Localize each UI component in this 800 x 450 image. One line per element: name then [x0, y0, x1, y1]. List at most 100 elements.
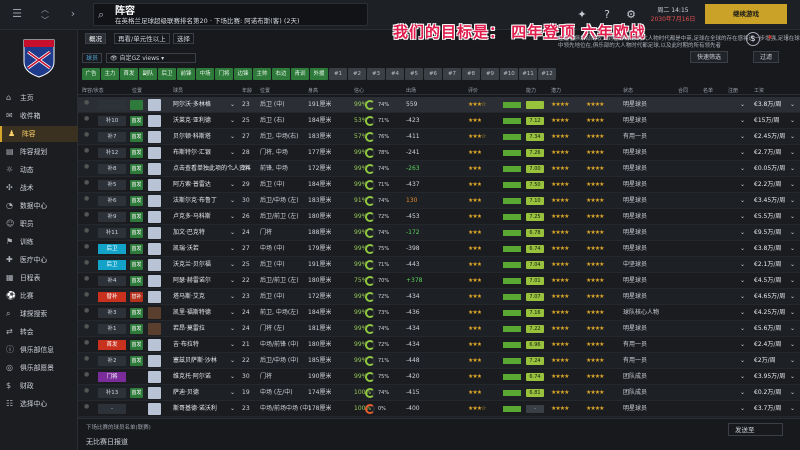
- sidebar-item-inbox[interactable]: ✉ 收件箱: [0, 108, 78, 124]
- filter-chip[interactable]: 外援: [310, 68, 328, 80]
- filter-chip[interactable]: #1: [329, 68, 347, 80]
- squad-status-select[interactable]: 补9: [98, 212, 126, 222]
- filter-chip[interactable]: #11: [519, 68, 537, 80]
- drag-handle-icon[interactable]: ●: [84, 257, 89, 269]
- row-menu-icon[interactable]: ⌄: [790, 209, 795, 225]
- player-name[interactable]: 凯里·福斯特德: [173, 305, 211, 321]
- player-name[interactable]: 点击查看单独此项的个人资料: [173, 161, 251, 177]
- squad-status-select[interactable]: 补7: [98, 132, 126, 142]
- table-row[interactable]: ● 门将 维克托·阿尔诺 ⌄ 30 门将 190厘米 99% 75% -420 ★★★ 6.74 ★★★…: [78, 369, 800, 385]
- chevron-down-icon[interactable]: ⌄: [230, 161, 235, 177]
- sidebar-item-training[interactable]: ⚑ 训练: [0, 234, 78, 250]
- row-menu-icon[interactable]: ⌄: [790, 369, 795, 385]
- sidebar-item-calendar[interactable]: ▦ 日程表: [0, 270, 78, 286]
- drag-handle-icon[interactable]: ●: [84, 129, 89, 141]
- player-name[interactable]: 维克托·阿尔诺: [173, 369, 211, 385]
- sidebar-item-dev[interactable]: ☷ 选择中心: [0, 396, 78, 412]
- filter-chip[interactable]: #6: [424, 68, 442, 80]
- more-options-icon[interactable]: ⌄: [740, 305, 745, 321]
- filter-chip[interactable]: 门将: [215, 68, 233, 80]
- sidebar-item-plan[interactable]: ▤ 阵容规划: [0, 144, 78, 160]
- sidebar-item-vision[interactable]: ◎ 俱乐部愿景: [0, 360, 78, 376]
- drag-handle-icon[interactable]: ●: [84, 97, 89, 109]
- club-crest-logo[interactable]: [22, 38, 56, 78]
- sidebar-item-match[interactable]: ⚽ 比赛: [0, 288, 78, 304]
- drag-handle-icon[interactable]: ●: [84, 337, 89, 349]
- filter-chip[interactable]: 青训: [291, 68, 309, 80]
- chevron-down-icon[interactable]: ⌄: [230, 257, 235, 273]
- filter-chip[interactable]: 主帅: [253, 68, 271, 80]
- player-name[interactable]: 法斯尔克·布鲁丁: [173, 193, 217, 209]
- sidebar-item-tactics[interactable]: ✣ 战术: [0, 180, 78, 196]
- player-name[interactable]: 若昂·莫雷拉: [173, 321, 205, 337]
- row-menu-icon[interactable]: ⌄: [790, 257, 795, 273]
- more-options-icon[interactable]: ⌄: [740, 385, 745, 401]
- chevron-down-icon[interactable]: ⌄: [230, 273, 235, 289]
- filter-chip[interactable]: #7: [443, 68, 461, 80]
- squad-status-select[interactable]: 补8: [98, 164, 126, 174]
- more-options-icon[interactable]: ⌄: [740, 209, 745, 225]
- drag-handle-icon[interactable]: ●: [84, 177, 89, 189]
- continue-button[interactable]: 继续游戏: [705, 4, 787, 24]
- table-row[interactable]: ● 替补 替补 塔马斯·艾克 ⌄ 23 后卫 (中) 172厘米 99% 72% -434 ★★★ 7.…: [78, 289, 800, 305]
- chevron-down-icon[interactable]: ⌄: [230, 353, 235, 369]
- filter-dropdown[interactable]: 过滤: [753, 51, 780, 63]
- squad-status-select[interactable]: 补1: [98, 324, 126, 334]
- row-menu-icon[interactable]: ⌄: [790, 161, 795, 177]
- row-menu-icon[interactable]: ⌄: [790, 321, 795, 337]
- squad-status-select[interactable]: -: [98, 404, 126, 414]
- sidebar-item-staff[interactable]: ☺ 职员: [0, 216, 78, 232]
- filter-chip[interactable]: 前锋: [177, 68, 195, 80]
- row-menu-icon[interactable]: ⌄: [790, 353, 795, 369]
- filter-chip[interactable]: #3: [367, 68, 385, 80]
- player-name[interactable]: 萨迪·贝德: [173, 385, 199, 401]
- more-options-icon[interactable]: ⌄: [740, 353, 745, 369]
- tab-choice[interactable]: 选择: [173, 33, 194, 44]
- table-row[interactable]: ● 阿尔沃·多林格 ⌄ 23 后卫 (中) 191厘米 99% 74% 559 ★★★☆ ★★★★ ★…: [78, 97, 800, 113]
- player-name[interactable]: 阿尔沃·多林格: [173, 97, 211, 113]
- drag-handle-icon[interactable]: ●: [84, 401, 89, 413]
- sidebar-item-medical[interactable]: ✚ 医疗中心: [0, 252, 78, 268]
- drag-handle-icon[interactable]: ●: [84, 241, 89, 253]
- chevron-down-icon[interactable]: ⌄: [230, 177, 235, 193]
- row-menu-icon[interactable]: ⌄: [790, 385, 795, 401]
- row-menu-icon[interactable]: ⌄: [790, 97, 795, 113]
- row-menu-icon[interactable]: ⌄: [790, 129, 795, 145]
- chevron-down-icon[interactable]: ⌄: [230, 193, 235, 209]
- drag-handle-icon[interactable]: ●: [84, 225, 89, 237]
- filter-chip[interactable]: 中场: [196, 68, 214, 80]
- drag-handle-icon[interactable]: ●: [84, 369, 89, 381]
- drag-handle-icon[interactable]: ●: [84, 353, 89, 365]
- view-selector[interactable]: 👁 自定GZ views ▾: [106, 53, 196, 63]
- table-row[interactable]: ● 补4 首发 阿瑟·赫雷诺尔 ⌄ 22 后卫/前卫 (左) 180厘米 75% 70% +378 ★…: [78, 273, 800, 289]
- more-options-icon[interactable]: ⌄: [740, 401, 745, 417]
- sidebar-item-home[interactable]: ⌂ 主页: [0, 90, 78, 106]
- more-options-icon[interactable]: ⌄: [740, 97, 745, 113]
- row-menu-icon[interactable]: ⌄: [790, 305, 795, 321]
- drag-handle-icon[interactable]: ●: [84, 113, 89, 125]
- chevron-down-icon[interactable]: ⌄: [230, 289, 235, 305]
- more-options-icon[interactable]: ⌄: [740, 177, 745, 193]
- row-menu-icon[interactable]: ⌄: [790, 193, 795, 209]
- filter-chip[interactable]: 后卫: [158, 68, 176, 80]
- chevron-down-icon[interactable]: ⌄: [230, 241, 235, 257]
- squad-status-select[interactable]: 门将: [98, 372, 126, 382]
- table-row[interactable]: ● 补3 首发 凯里·福斯特德 ⌄ 24 前卫, 中场(左) 184厘米 99% 73% -436 ★…: [78, 305, 800, 321]
- tactics-board-icon[interactable]: ✦: [575, 8, 589, 22]
- forward-icon[interactable]: ›: [66, 6, 80, 22]
- more-options-icon[interactable]: ⌄: [740, 145, 745, 161]
- row-menu-icon[interactable]: ⌄: [790, 241, 795, 257]
- table-row[interactable]: ● 后卫 首发 凯瑞·沃若 ⌄ 27 中场 (中) 179厘米 99% 75% -398 ★★★ 6.7…: [78, 241, 800, 257]
- chevron-down-icon[interactable]: ⌄: [230, 225, 235, 241]
- tab-overview[interactable]: 概况: [85, 33, 106, 44]
- chevron-down-icon[interactable]: ⌄: [230, 145, 235, 161]
- squad-status-select[interactable]: 补11: [98, 228, 126, 238]
- filter-chip[interactable]: #10: [500, 68, 518, 80]
- table-row[interactable]: ● 补6 首发 法斯尔克·布鲁丁 ⌄ 30 后卫/中场 (左) 183厘米 91% 74% 130 ★…: [78, 193, 800, 209]
- sidebar-item-transfer[interactable]: ⇄ 转会: [0, 324, 78, 340]
- row-menu-icon[interactable]: ⌄: [790, 113, 795, 129]
- drag-handle-icon[interactable]: ●: [84, 305, 89, 317]
- more-options-icon[interactable]: ⌄: [740, 241, 745, 257]
- player-name[interactable]: 加文·巴克特: [173, 225, 205, 241]
- player-name[interactable]: 凯瑞·沃若: [173, 241, 199, 257]
